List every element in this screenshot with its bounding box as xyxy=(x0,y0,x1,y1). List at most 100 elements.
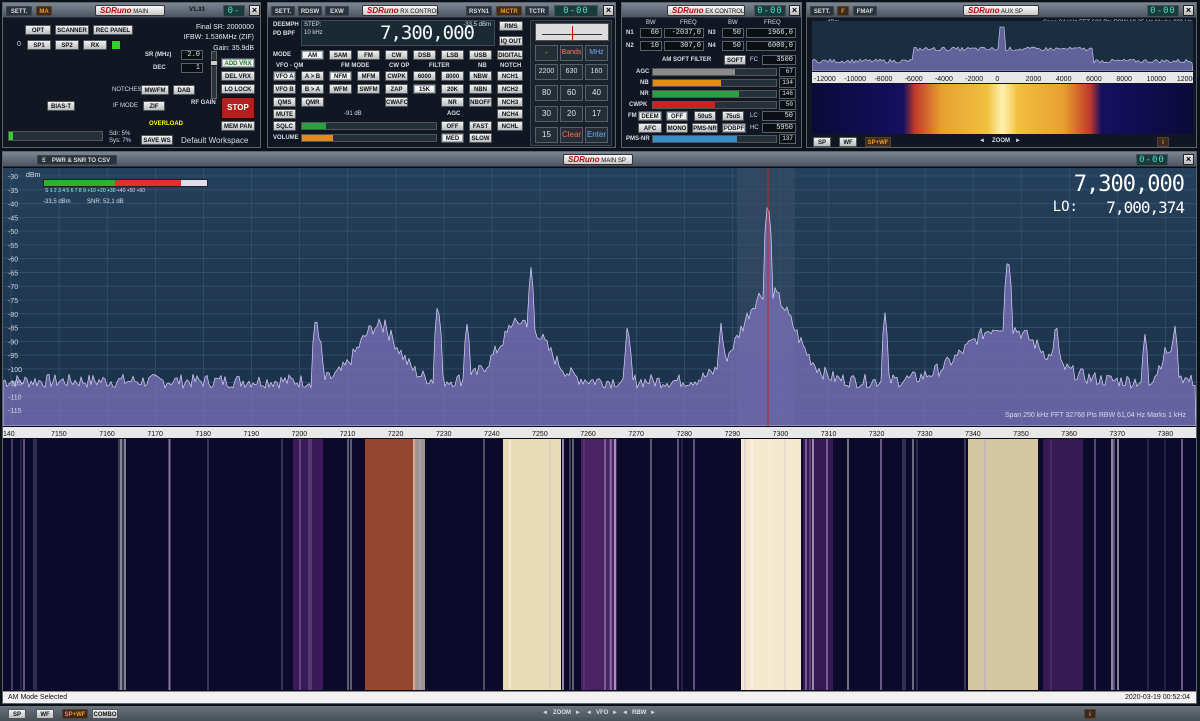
filter-6000-button[interactable]: 6000 xyxy=(413,71,436,81)
mode-cw-button[interactable]: CW xyxy=(385,50,408,60)
zap-button[interactable]: ZAP xyxy=(385,84,408,94)
soft-button[interactable]: SOFT xyxy=(724,55,746,65)
main-close-icon[interactable]: × xyxy=(249,5,260,16)
del-vrx-button[interactable]: DEL VRX xyxy=(221,71,255,81)
nch3-button[interactable]: NCH3 xyxy=(497,97,523,107)
rf-gain-slider[interactable] xyxy=(210,51,218,99)
main-waterfall[interactable] xyxy=(3,439,1196,690)
ex-cwpk-slider[interactable] xyxy=(652,101,777,109)
agc-slow-button[interactable]: SLOW xyxy=(469,133,492,143)
aux-info-icon[interactable]: i xyxy=(1157,137,1169,147)
vfo-b-button[interactable]: VFO B xyxy=(273,84,296,94)
main-spectrum[interactable]: -30 -35 -40 -45 -50 -55 -60 -65 -70 -75 -80 -85 -90 -… xyxy=(3,168,1196,426)
n4-freq-input[interactable]: 6000,0 xyxy=(746,41,796,51)
rbw-right-icon[interactable]: ► xyxy=(650,710,656,716)
nch4-button[interactable]: NCH4 xyxy=(497,109,523,119)
opt-button[interactable]: OPT xyxy=(25,25,51,35)
bias-t-button[interactable]: BIAS-T xyxy=(47,101,75,111)
n1-freq-input[interactable]: -2037,0 xyxy=(664,28,704,38)
exw-button[interactable]: EXW xyxy=(325,6,349,16)
n2-freq-input[interactable]: 307,0 xyxy=(664,41,704,51)
dec-input[interactable]: 1 xyxy=(181,63,203,73)
ex-close-icon[interactable]: × xyxy=(789,5,800,16)
mainsp-close-icon[interactable]: × xyxy=(1183,154,1194,165)
deem-off-button[interactable]: OFF xyxy=(666,111,688,121)
enter-key[interactable]: Enter xyxy=(585,127,608,143)
band-2200-key[interactable]: 2200 xyxy=(535,64,558,80)
band-60-key[interactable]: 60 xyxy=(560,85,583,101)
bottom-spwf-button[interactable]: SP+WF xyxy=(62,709,88,719)
n1-bw-input[interactable]: 60 xyxy=(640,28,662,38)
band-15-key[interactable]: 15 xyxy=(535,127,558,143)
frequency-display[interactable]: STEP: 10 kHz 7,300,000 -33,5 dBm xyxy=(301,20,495,46)
aux-spectrum[interactable] xyxy=(812,21,1193,71)
a-to-b-button[interactable]: A > B xyxy=(301,71,324,81)
b-to-a-button[interactable]: B > A xyxy=(301,84,324,94)
pmsnr-slider[interactable] xyxy=(652,135,777,143)
mode-usb-button[interactable]: USB xyxy=(469,50,492,60)
band-160-key[interactable]: 160 xyxy=(585,64,608,80)
n2-bw-input[interactable]: 10 xyxy=(640,41,662,51)
aux-zoom-right-icon[interactable]: ► xyxy=(1015,138,1021,144)
vfo-left-icon[interactable]: ◄ xyxy=(586,710,592,716)
filter-20k-button[interactable]: 20K xyxy=(441,84,464,94)
mwfm-button[interactable]: MW/FM xyxy=(141,85,169,95)
mfm-button[interactable]: MFM xyxy=(357,71,380,81)
digital-button[interactable]: DIGITAL xyxy=(497,50,523,60)
rx-indicator[interactable] xyxy=(111,40,121,50)
swfm-button[interactable]: SWFM xyxy=(357,84,380,94)
rsyn1-button[interactable]: RSYN1 xyxy=(466,6,492,16)
sp2-button[interactable]: SP2 xyxy=(55,40,79,50)
nch2-button[interactable]: NCH2 xyxy=(497,84,523,94)
vfo-a-button[interactable]: VFO A xyxy=(273,71,296,81)
rms-button[interactable]: RMS xyxy=(499,21,523,31)
band-17-key[interactable]: 17 xyxy=(585,106,608,122)
filter-8000-button[interactable]: 8000 xyxy=(441,71,464,81)
main-ma-button[interactable]: MA xyxy=(36,6,52,16)
n3-bw-input[interactable]: 50 xyxy=(722,28,744,38)
aux-close-icon[interactable]: × xyxy=(1183,5,1194,16)
sr-input[interactable]: 2.0 xyxy=(181,50,203,60)
clear-key[interactable]: Clear xyxy=(560,127,583,143)
mhz-key[interactable]: MHz xyxy=(585,45,608,61)
n4-bw-input[interactable]: 50 xyxy=(722,41,744,51)
frequency-axis[interactable]: 140 7150 7160 7170 7180 7190 7200 7210 7220 7230 7… xyxy=(3,427,1196,438)
band-30-key[interactable]: 30 xyxy=(535,106,558,122)
dab-button[interactable]: DAB xyxy=(173,85,195,95)
bands-key[interactable]: Bands xyxy=(560,45,583,61)
deem-75us-button[interactable]: 75uS xyxy=(722,111,744,121)
ex-nb-slider[interactable] xyxy=(652,79,777,87)
nfm-button[interactable]: NFM xyxy=(329,71,352,81)
aux-sett-button[interactable]: SETT. xyxy=(810,6,834,16)
deem-50us-button[interactable]: 50uS xyxy=(694,111,716,121)
stop-button[interactable]: STOP xyxy=(221,97,255,119)
rbw-left-icon[interactable]: ◄ xyxy=(622,710,628,716)
main-sett-button[interactable]: SETT. xyxy=(6,6,32,16)
band-20-key[interactable]: 20 xyxy=(560,106,583,122)
nbw-button[interactable]: NBW xyxy=(469,71,492,81)
vfo-right-icon[interactable]: ► xyxy=(612,710,618,716)
mode-lsb-button[interactable]: LSB xyxy=(441,50,464,60)
band-40-key[interactable]: 40 xyxy=(585,85,608,101)
nbn-button[interactable]: NBN xyxy=(469,84,492,94)
fc-input[interactable]: 3500 xyxy=(762,55,796,65)
aux-sp-button[interactable]: SP xyxy=(813,137,831,147)
bottom-sp-button[interactable]: SP xyxy=(8,709,26,719)
ex-agc-slider[interactable] xyxy=(652,68,777,76)
mode-am-button[interactable]: AM xyxy=(301,50,324,60)
deem-button[interactable]: DEEM xyxy=(638,111,662,121)
mem-pan-button[interactable]: MEM PAN xyxy=(221,121,255,131)
pdbpf-button[interactable]: PDBPF xyxy=(722,123,746,133)
tctr-button[interactable]: TCTR xyxy=(525,6,549,16)
nr-button[interactable]: NR xyxy=(441,97,464,107)
mute-button[interactable]: MUTE xyxy=(273,109,296,119)
pms-nr-button[interactable]: PMS-NR xyxy=(692,123,718,133)
nch1-button[interactable]: NCH1 xyxy=(497,71,523,81)
minus-key[interactable]: - xyxy=(535,45,558,61)
nchl-button[interactable]: NCHL xyxy=(497,121,523,131)
mode-fm-button[interactable]: FM xyxy=(357,50,380,60)
fmaf-button[interactable]: FMAF xyxy=(853,6,877,16)
hc-input[interactable]: 5950 xyxy=(762,123,796,133)
agc-off-button[interactable]: OFF xyxy=(441,121,464,131)
cwpk-button[interactable]: CWPK xyxy=(385,71,408,81)
